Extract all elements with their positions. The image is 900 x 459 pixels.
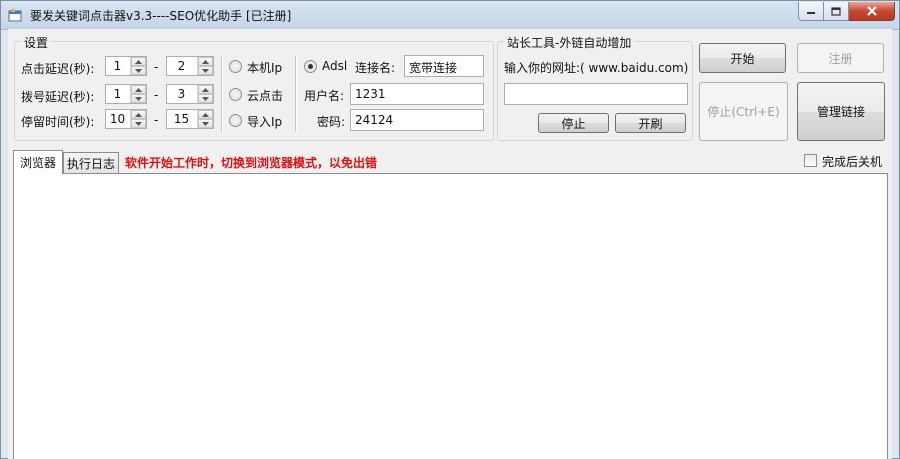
radio-adsl-label[interactable]: Adsl — [322, 59, 347, 73]
spinner-arrows — [130, 110, 146, 128]
spin-down-button[interactable] — [198, 66, 213, 75]
warning-message: 软件开始工作时，切换到浏览器模式，以免出错 — [125, 156, 378, 170]
dial-delay-max-spinner[interactable]: 3 — [166, 84, 214, 104]
spin-up-button[interactable] — [198, 85, 213, 94]
client-area: 设置 点击延迟(秒): 1 - 2 拨号延迟(秒): 1 - 3 停留时间(秒)… — [8, 29, 892, 459]
stay-time-label: 停留时间(秒): — [21, 115, 95, 129]
username-input[interactable]: 1231 — [350, 83, 484, 105]
manage-links-button[interactable]: 管理链接 — [797, 82, 885, 141]
minimize-button[interactable] — [798, 2, 824, 21]
range-separator: - — [154, 113, 159, 127]
spin-down-button[interactable] — [131, 94, 146, 103]
maximize-icon — [831, 6, 841, 16]
connection-name-label: 连接名: — [355, 61, 396, 75]
click-delay-min-spinner[interactable]: 1 — [105, 56, 147, 76]
close-icon — [866, 6, 877, 16]
click-delay-label: 点击延迟(秒): — [21, 62, 95, 76]
url-prompt-label: 输入你的网址:( www.baidu.com) — [504, 61, 689, 75]
radio-import-ip-label[interactable]: 导入Ip — [247, 113, 282, 130]
up-arrow-icon — [202, 112, 209, 117]
register-button[interactable]: 注册 — [797, 43, 884, 73]
stop-button[interactable]: 停止(Ctrl+E) — [699, 82, 788, 141]
up-arrow-icon — [135, 59, 142, 64]
spin-up-button[interactable] — [131, 110, 146, 119]
tab-browser[interactable]: 浏览器 — [13, 150, 63, 174]
close-button[interactable] — [849, 2, 895, 21]
radio-import-ip[interactable] — [229, 114, 242, 127]
up-arrow-icon — [135, 87, 142, 92]
spin-up-button[interactable] — [131, 85, 146, 94]
down-arrow-icon — [202, 96, 209, 101]
webmaster-group: 站长工具-外链自动增加 输入你的网址:( www.baidu.com) 停止 开… — [497, 34, 693, 141]
click-delay-max-spinner[interactable]: 2 — [166, 56, 214, 76]
stay-time-max-value[interactable]: 15 — [167, 112, 196, 126]
maximize-button[interactable] — [824, 2, 849, 21]
radio-local-ip[interactable] — [229, 60, 242, 73]
stay-time-min-spinner[interactable]: 10 — [105, 109, 147, 129]
app-window-icon — [8, 8, 22, 22]
spinner-arrows — [197, 85, 213, 103]
radio-adsl[interactable] — [304, 60, 317, 73]
radio-local-ip-label[interactable]: 本机Ip — [247, 59, 282, 76]
username-label: 用户名: — [304, 89, 345, 103]
stay-time-max-spinner[interactable]: 15 — [166, 109, 214, 129]
dial-delay-min-spinner[interactable]: 1 — [105, 84, 147, 104]
dial-delay-label: 拨号延迟(秒): — [21, 90, 95, 104]
click-delay-max-value[interactable]: 2 — [167, 59, 196, 73]
shutdown-label[interactable]: 完成后关机 — [822, 153, 882, 170]
window-controls — [798, 2, 895, 21]
connection-name-input[interactable]: 宽带连接 — [404, 55, 484, 77]
up-arrow-icon — [202, 59, 209, 64]
spin-down-button[interactable] — [131, 66, 146, 75]
down-arrow-icon — [135, 121, 142, 126]
up-arrow-icon — [135, 112, 142, 117]
down-arrow-icon — [135, 68, 142, 73]
stay-time-min-value[interactable]: 10 — [106, 112, 129, 126]
browser-panel[interactable] — [13, 173, 888, 459]
spin-down-button[interactable] — [198, 119, 213, 128]
app-window: 要发关键词点击器v3.3----SEO优化助手 [已注册] 设置 点击延迟(秒)… — [0, 0, 900, 459]
settings-legend: 设置 — [21, 34, 52, 51]
spin-down-button[interactable] — [198, 94, 213, 103]
spin-up-button[interactable] — [198, 57, 213, 66]
spinner-arrows — [197, 110, 213, 128]
spinner-arrows — [130, 85, 146, 103]
webmaster-start-button[interactable]: 开刷 — [615, 113, 686, 133]
webmaster-legend: 站长工具-外链自动增加 — [504, 34, 635, 51]
title-bar[interactable]: 要发关键词点击器v3.3----SEO优化助手 [已注册] — [1, 1, 899, 30]
settings-group: 设置 点击延迟(秒): 1 - 2 拨号延迟(秒): 1 - 3 停留时间(秒)… — [14, 34, 494, 141]
spin-up-button[interactable] — [131, 57, 146, 66]
separator — [295, 56, 297, 132]
password-label: 密码: — [317, 115, 346, 129]
window-title: 要发关键词点击器v3.3----SEO优化助手 [已注册] — [30, 9, 292, 23]
shutdown-checkbox[interactable] — [804, 154, 817, 167]
tab-execution-log[interactable]: 执行日志 — [63, 152, 119, 173]
click-delay-min-value[interactable]: 1 — [106, 59, 129, 73]
up-arrow-icon — [202, 87, 209, 92]
range-separator: - — [154, 88, 159, 102]
down-arrow-icon — [202, 121, 209, 126]
webmaster-stop-button[interactable]: 停止 — [538, 113, 609, 133]
minimize-icon — [807, 12, 815, 14]
separator — [221, 56, 223, 132]
dial-delay-min-value[interactable]: 1 — [106, 87, 129, 101]
password-input[interactable]: 24124 — [350, 109, 484, 131]
url-input[interactable] — [504, 83, 688, 105]
dial-delay-max-value[interactable]: 3 — [167, 87, 196, 101]
spinner-arrows — [197, 57, 213, 75]
start-button[interactable]: 开始 — [699, 43, 786, 73]
spinner-arrows — [130, 57, 146, 75]
spin-down-button[interactable] — [131, 119, 146, 128]
radio-cloud-click[interactable] — [229, 88, 242, 101]
spin-up-button[interactable] — [198, 110, 213, 119]
range-separator: - — [154, 60, 159, 74]
radio-cloud-click-label[interactable]: 云点击 — [247, 87, 283, 104]
down-arrow-icon — [202, 68, 209, 73]
down-arrow-icon — [135, 96, 142, 101]
